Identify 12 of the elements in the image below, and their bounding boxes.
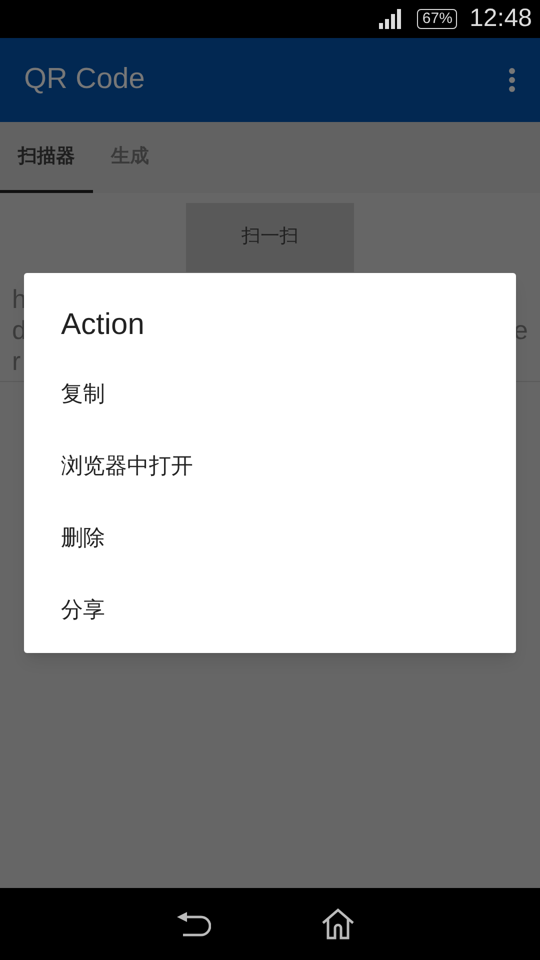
signal-icon — [379, 9, 402, 29]
clock-text: 12:48 — [469, 3, 532, 34]
battery-indicator: 67% — [417, 9, 458, 29]
back-icon[interactable] — [175, 911, 211, 937]
menu-item[interactable]: 浏览器中打开 — [61, 429, 479, 501]
app-title: QR Code — [24, 62, 145, 98]
menu-item[interactable]: 分享 — [61, 573, 479, 645]
menu-item[interactable]: 复制 — [61, 357, 479, 429]
menu-item[interactable]: 删除 — [61, 501, 479, 573]
dialog-title: Action — [61, 307, 146, 343]
home-icon[interactable] — [321, 908, 355, 940]
overflow-menu-icon[interactable] — [508, 67, 516, 93]
